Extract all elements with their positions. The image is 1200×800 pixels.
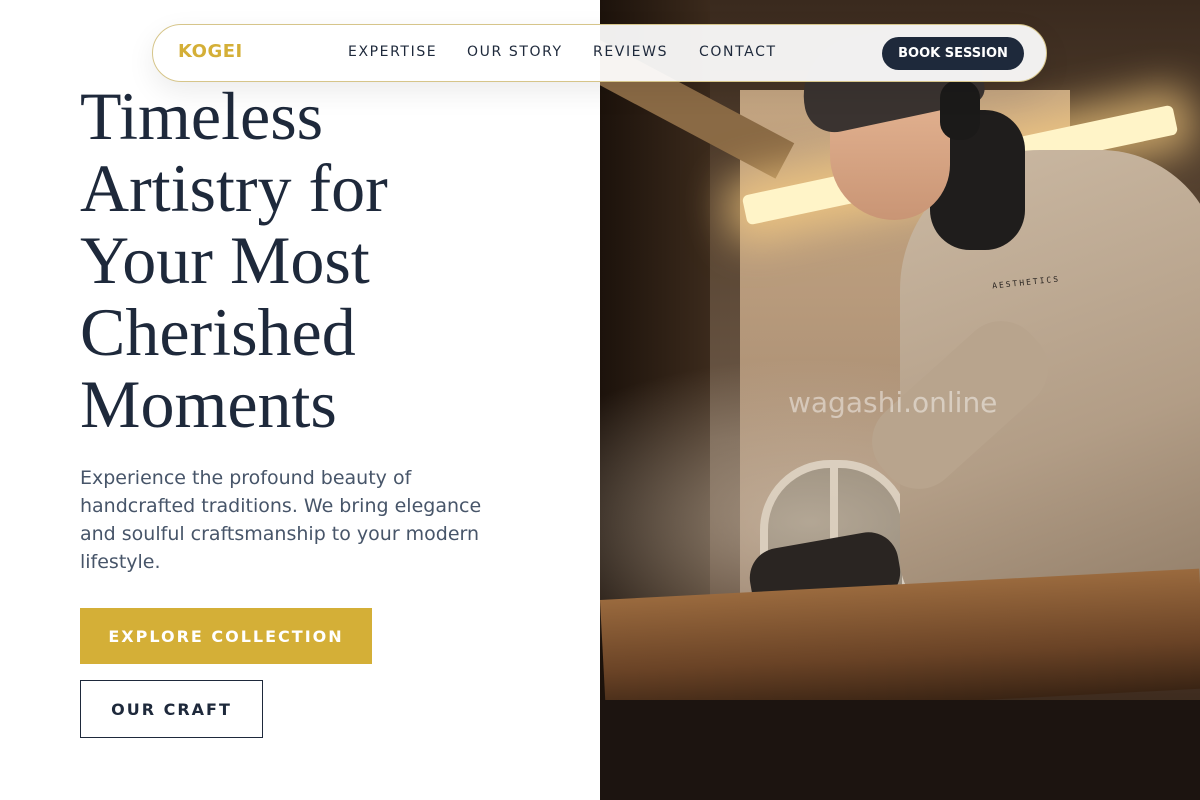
hero-image: AESTHETICS wagashi.online — [600, 0, 1200, 800]
explore-collection-button[interactable]: EXPLORE COLLECTION — [80, 608, 372, 664]
headline-line: Your Most — [80, 222, 370, 298]
book-session-button[interactable]: BOOK SESSION — [882, 37, 1024, 70]
nav-link-our-story[interactable]: OUR STORY — [467, 44, 563, 60]
nav-link-contact[interactable]: CONTACT — [699, 44, 777, 60]
nav-link-expertise[interactable]: EXPERTISE — [348, 44, 437, 60]
headline-line: Timeless — [80, 78, 324, 154]
our-craft-button[interactable]: OUR CRAFT — [80, 680, 263, 738]
workshop-floor — [600, 700, 1200, 800]
nav-link-reviews[interactable]: REVIEWS — [593, 44, 668, 60]
headline-line: Moments — [80, 366, 337, 442]
brand-logo[interactable]: KOGEI — [178, 41, 243, 62]
image-watermark: wagashi.online — [788, 386, 998, 419]
ear-protection — [940, 80, 980, 140]
headline-line: Artistry for — [80, 150, 388, 226]
hero-headline: Timeless Artistry for Your Most Cherishe… — [80, 80, 580, 440]
headline-line: Cherished — [80, 294, 356, 370]
hero-content: Timeless Artistry for Your Most Cherishe… — [0, 0, 600, 800]
hero-subtext: Experience the profound beauty of handcr… — [80, 467, 482, 573]
top-navigation: KOGEI EXPERTISE OUR STORY REVIEWS CONTAC… — [152, 24, 1047, 82]
